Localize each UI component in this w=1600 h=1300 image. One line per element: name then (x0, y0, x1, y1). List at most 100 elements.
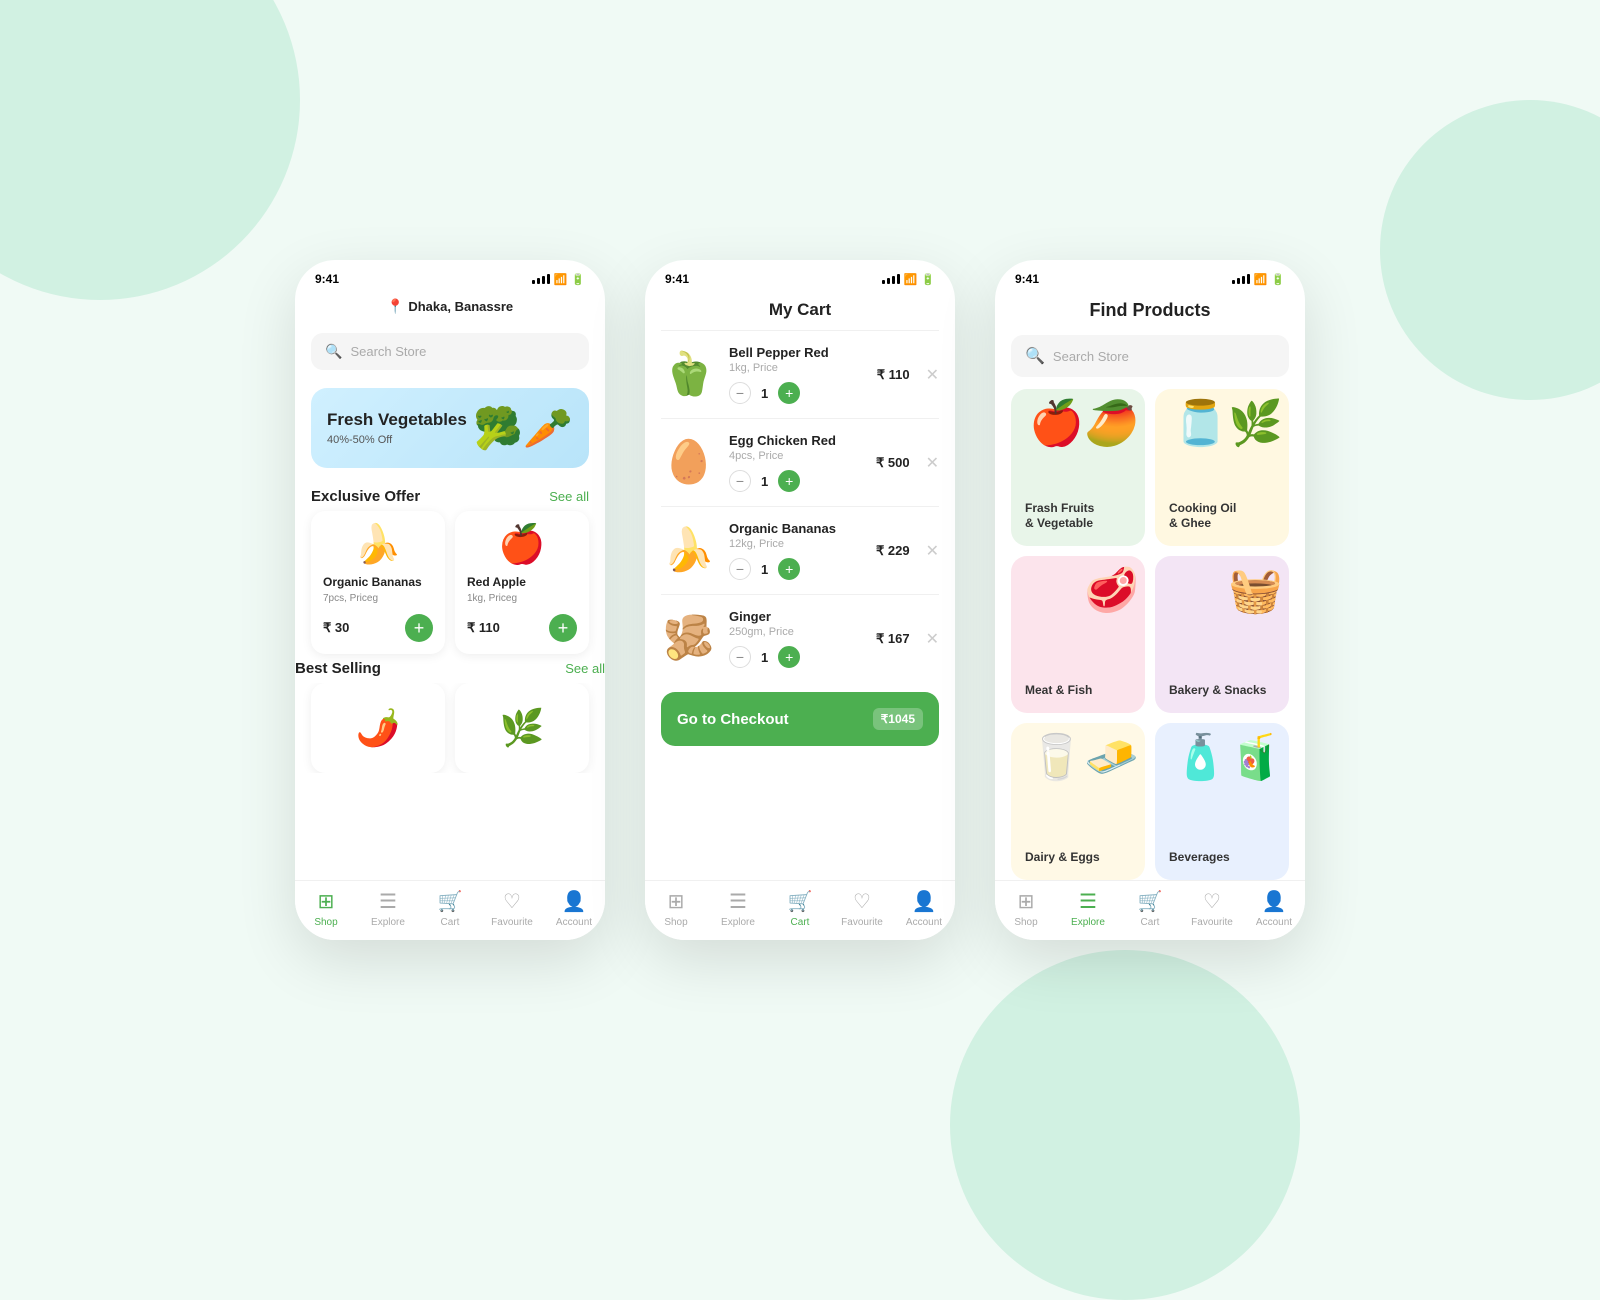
account-icon-cart: 👤 (912, 889, 937, 914)
ginger-remove[interactable]: ✕ (926, 629, 939, 649)
nav-cart-home[interactable]: 🛒 Cart (419, 889, 481, 928)
signal-icon-3 (1232, 274, 1250, 284)
ginger-minus[interactable]: − (729, 646, 751, 668)
nav-cart-label-cart: Cart (791, 917, 810, 928)
nav-explore-explore[interactable]: ☰ Explore (1057, 889, 1119, 928)
cart-icon-home: 🛒 (438, 889, 463, 914)
category-oil[interactable]: 🫙🌿 Cooking Oil& Ghee (1155, 389, 1289, 546)
meat-emoji: 🥩 (1084, 564, 1139, 616)
banana-qty-row: − 1 + (729, 558, 864, 580)
home-search-placeholder: Search Store (350, 344, 426, 359)
battery-icon-3: 🔋 (1271, 273, 1285, 286)
best-selling-see-all[interactable]: See all (565, 661, 605, 676)
oil-label: Cooking Oil& Ghee (1169, 501, 1236, 532)
apple-emoji: 🍎 (467, 523, 577, 567)
fav-icon-cart: ♡ (853, 889, 871, 914)
nav-cart-label-explore: Cart (1141, 917, 1160, 928)
pepper-info: Bell Pepper Red 1kg, Price − 1 + (729, 345, 865, 404)
nav-account-home[interactable]: 👤 Account (543, 889, 605, 928)
pepper-remove[interactable]: ✕ (926, 365, 939, 385)
checkout-button[interactable]: Go to Checkout ₹1045 (661, 692, 939, 746)
product-bananas[interactable]: 🍌 Organic Bananas 7pcs, Priceg ₹ 30 + (311, 511, 445, 654)
pepper-emoji: 🫑 (661, 350, 717, 399)
fruits-emoji: 🍎🥭 (1029, 397, 1139, 449)
home-bottom-nav: ⊞ Shop ☰ Explore 🛒 Cart ♡ Favourite 👤 Ac… (295, 880, 605, 940)
bs-card-1: 🌶️ (311, 683, 445, 773)
add-bananas-button[interactable]: + (405, 614, 433, 642)
ginger-name: Ginger (729, 609, 864, 624)
home-search-bar[interactable]: 🔍 Search Store (311, 333, 589, 370)
status-icons-2: 📶 🔋 (882, 273, 935, 286)
banner-subtitle: 40%-50% Off (327, 434, 467, 446)
bananas-emoji: 🍌 (323, 523, 433, 567)
banana-minus[interactable]: − (729, 558, 751, 580)
bananas-name: Organic Bananas (323, 575, 433, 589)
bananas-desc: 7pcs, Priceg (323, 593, 433, 604)
egg-plus[interactable]: + (778, 470, 800, 492)
location-row: 📍 Dhaka, Banassre (315, 298, 585, 315)
explore-icon-cart: ☰ (729, 889, 747, 914)
pepper-name: Bell Pepper Red (729, 345, 865, 360)
wifi-icon-1: 📶 (554, 273, 568, 286)
nav-favourite-cart[interactable]: ♡ Favourite (831, 889, 893, 928)
phone-home: 9:41 📶 🔋 📍 Dhaka, Banassre (295, 260, 605, 940)
pepper-minus[interactable]: − (729, 382, 751, 404)
nav-explore-home[interactable]: ☰ Explore (357, 889, 419, 928)
egg-qty-row: − 1 + (729, 470, 864, 492)
nav-explore-cart[interactable]: ☰ Explore (707, 889, 769, 928)
add-apple-button[interactable]: + (549, 614, 577, 642)
banana-plus[interactable]: + (778, 558, 800, 580)
nav-favourite-home[interactable]: ♡ Favourite (481, 889, 543, 928)
cart-title: My Cart (645, 292, 955, 330)
nav-favourite-explore[interactable]: ♡ Favourite (1181, 889, 1243, 928)
egg-remove[interactable]: ✕ (926, 453, 939, 473)
nav-account-cart[interactable]: 👤 Account (893, 889, 955, 928)
banana-qty: 1 (761, 562, 768, 577)
apple-price: ₹ 110 (467, 620, 500, 636)
status-icons-1: 📶 🔋 (532, 273, 585, 286)
nav-explore-label-cart: Explore (721, 917, 755, 928)
phone-explore: 9:41 📶 🔋 Find Products 🔍 Search Store (995, 260, 1305, 940)
dairy-emoji: 🥛🧈 (1029, 731, 1139, 783)
banner-emoji: 🥦🥕 (473, 405, 573, 452)
status-icons-3: 📶 🔋 (1232, 273, 1285, 286)
find-products-title: Find Products (995, 292, 1305, 331)
apple-price-row: ₹ 110 + (467, 614, 577, 642)
nav-cart-cart[interactable]: 🛒 Cart (769, 889, 831, 928)
status-bar-1: 9:41 📶 🔋 (295, 260, 605, 292)
category-beverages[interactable]: 🧴🧃 Beverages (1155, 723, 1289, 880)
category-bakery[interactable]: 🧺 Bakery & Snacks (1155, 556, 1289, 713)
pepper-qty-row: − 1 + (729, 382, 865, 404)
category-dairy[interactable]: 🥛🧈 Dairy & Eggs (1011, 723, 1145, 880)
egg-minus[interactable]: − (729, 470, 751, 492)
exclusive-offer-products: 🍌 Organic Bananas 7pcs, Priceg ₹ 30 + 🍎 … (295, 511, 605, 654)
category-fruits[interactable]: 🍎🥭 Frash Fruits& Vegetable (1011, 389, 1145, 546)
ginger-plus[interactable]: + (778, 646, 800, 668)
apple-name: Red Apple (467, 575, 577, 589)
status-bar-3: 9:41 📶 🔋 (995, 260, 1305, 292)
phones-container: 9:41 📶 🔋 📍 Dhaka, Banassre (275, 220, 1325, 980)
nav-account-explore[interactable]: 👤 Account (1243, 889, 1305, 928)
status-bar-2: 9:41 📶 🔋 (645, 260, 955, 292)
explore-search-bar[interactable]: 🔍 Search Store (1011, 335, 1289, 377)
nav-fav-label-home: Favourite (491, 917, 533, 928)
pepper-price: ₹ 110 (877, 367, 910, 383)
nav-cart-explore[interactable]: 🛒 Cart (1119, 889, 1181, 928)
promo-banner: Fresh Vegetables 40%-50% Off 🥦🥕 (311, 388, 589, 468)
pepper-plus[interactable]: + (778, 382, 800, 404)
nav-shop-cart[interactable]: ⊞ Shop (645, 889, 707, 928)
ginger-price: ₹ 167 (876, 631, 910, 647)
category-meat[interactable]: 🥩 Meat & Fish (1011, 556, 1145, 713)
dairy-label: Dairy & Eggs (1025, 850, 1100, 866)
meat-label: Meat & Fish (1025, 683, 1092, 699)
search-icon-explore: 🔍 (1025, 346, 1045, 366)
nav-account-label-home: Account (556, 917, 592, 928)
exclusive-offer-see-all[interactable]: See all (549, 489, 589, 504)
nav-shop-home[interactable]: ⊞ Shop (295, 889, 357, 928)
nav-shop-explore[interactable]: ⊞ Shop (995, 889, 1057, 928)
product-apple[interactable]: 🍎 Red Apple 1kg, Priceg ₹ 110 + (455, 511, 589, 654)
banana-remove[interactable]: ✕ (926, 541, 939, 561)
egg-price: ₹ 500 (876, 455, 910, 471)
location-text: Dhaka, Banassre (408, 299, 513, 314)
explore-bottom-nav: ⊞ Shop ☰ Explore 🛒 Cart ♡ Favourite 👤 Ac… (995, 880, 1305, 940)
